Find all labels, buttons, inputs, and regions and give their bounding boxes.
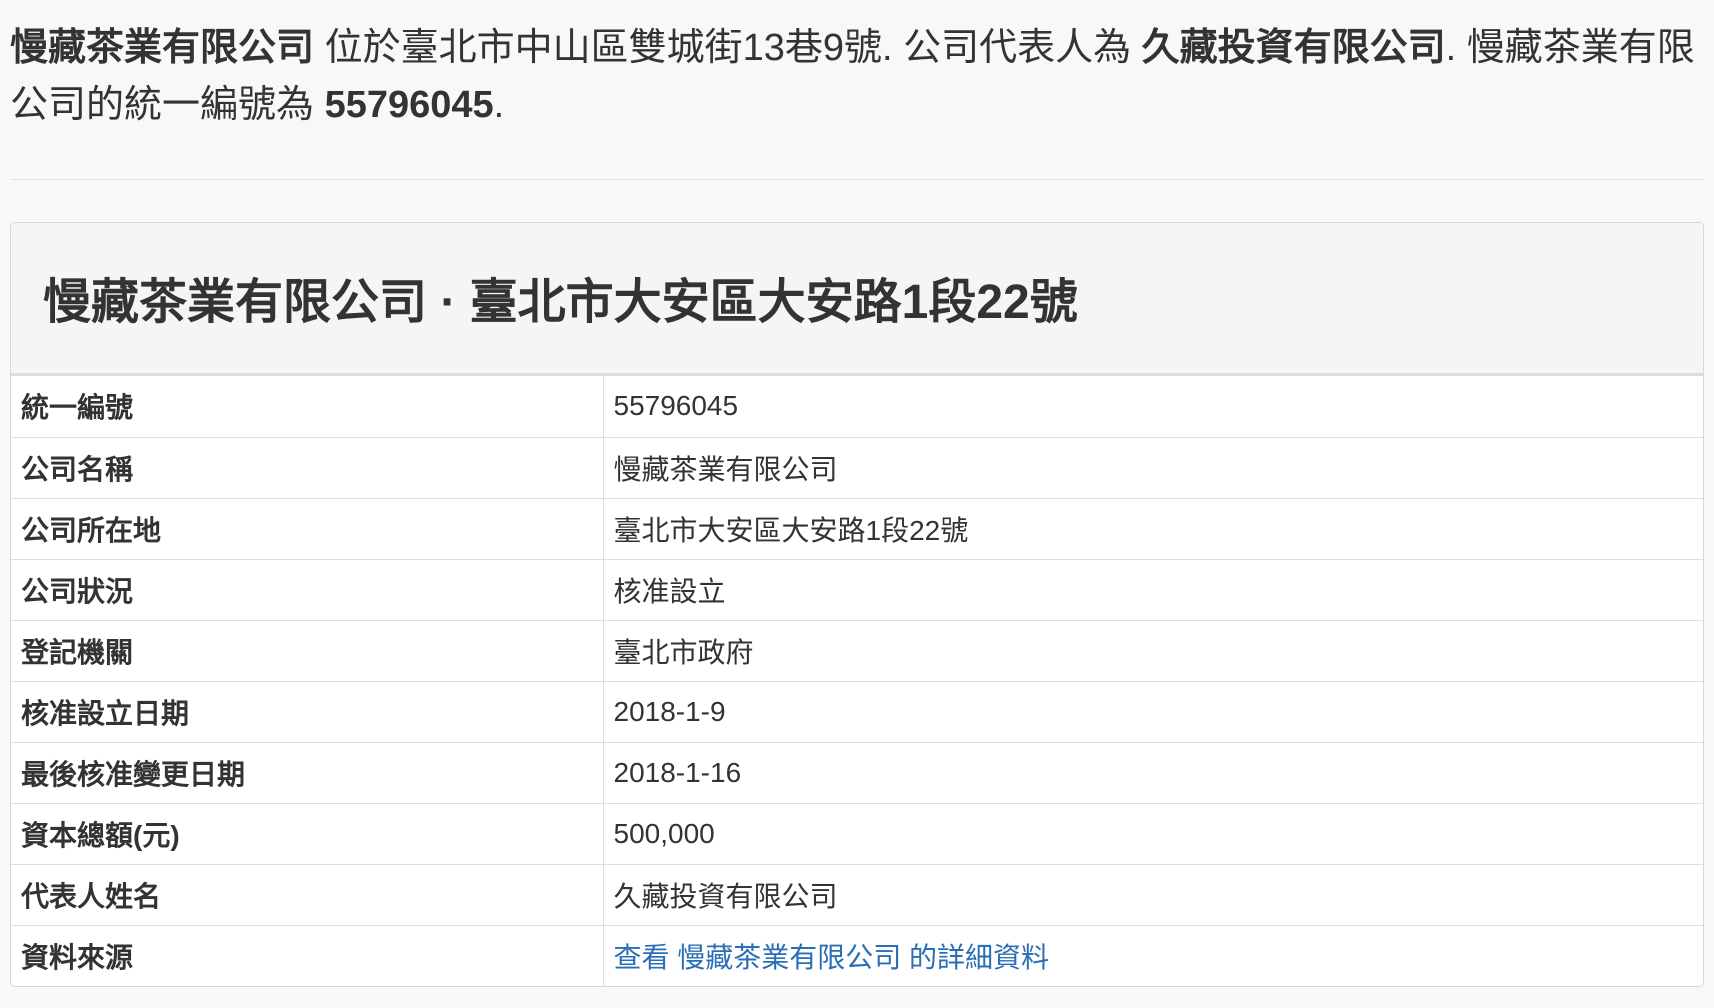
- row-label: 公司名稱: [11, 436, 604, 498]
- panel-title: 慢藏茶業有限公司 · 臺北市大安區大安路1段22號: [43, 276, 1078, 329]
- table-row: 代表人姓名 久藏投資有限公司: [11, 863, 1703, 925]
- summary-tax-id: 55796045: [324, 84, 494, 126]
- page: 慢藏茶業有限公司 位於臺北市中山區雙城街13巷9號. 公司代表人為 久藏投資有限…: [0, 0, 1714, 1008]
- detail-link[interactable]: 查看 慢藏茶業有限公司 的詳細資料: [614, 942, 1050, 973]
- row-label: 代表人姓名: [11, 863, 604, 925]
- summary-representative: 久藏投資有限公司: [1141, 27, 1446, 69]
- summary-separator: .: [1445, 27, 1467, 69]
- row-value: 2018-1-9: [603, 680, 1703, 742]
- row-label: 最後核准變更日期: [11, 741, 604, 803]
- row-value-cell: 查看 慢藏茶業有限公司 的詳細資料: [603, 924, 1703, 986]
- company-info-panel: 慢藏茶業有限公司 · 臺北市大安區大安路1段22號 統一編號 55796045 …: [10, 222, 1704, 987]
- row-label: 登記機關: [11, 619, 604, 681]
- row-value: 慢藏茶業有限公司: [603, 436, 1703, 498]
- company-summary: 慢藏茶業有限公司 位於臺北市中山區雙城街13巷9號. 公司代表人為 久藏投資有限…: [10, 0, 1710, 134]
- row-label: 核准設立日期: [11, 680, 604, 742]
- row-label: 公司狀況: [11, 558, 604, 620]
- row-value: 臺北市大安區大安路1段22號: [603, 497, 1703, 559]
- table-row: 資本總額(元) 500,000: [11, 802, 1703, 864]
- row-value: 臺北市政府: [603, 619, 1703, 681]
- table-row: 公司狀況 核准設立: [11, 558, 1703, 620]
- summary-location-text: 位於臺北市中山區雙城街13巷9號. 公司代表人為: [314, 27, 1142, 69]
- summary-company-name: 慢藏茶業有限公司: [10, 27, 315, 69]
- row-value: 核准設立: [603, 558, 1703, 620]
- row-value: 500,000: [603, 802, 1703, 864]
- row-value: 55796045: [613, 390, 739, 422]
- table-row: 最後核准變更日期 2018-1-16: [11, 741, 1703, 803]
- table-row: 統一編號 55796045: [11, 376, 1703, 437]
- row-value: 久藏投資有限公司: [603, 863, 1703, 925]
- table-row: 資料來源 查看 慢藏茶業有限公司 的詳細資料: [11, 924, 1703, 986]
- row-label: 統一編號: [11, 376, 604, 437]
- table-row: 登記機關 臺北市政府: [11, 619, 1703, 681]
- table-row: 核准設立日期 2018-1-9: [11, 680, 1703, 742]
- table-row: 公司所在地 臺北市大安區大安路1段22號: [11, 497, 1703, 559]
- table-row: 公司名稱 慢藏茶業有限公司: [11, 436, 1703, 498]
- summary-tax-id-text: 的統一編號為: [86, 84, 325, 126]
- row-label: 資料來源: [11, 924, 604, 986]
- row-label: 公司所在地: [11, 497, 604, 559]
- row-label: 資本總額(元): [11, 802, 604, 864]
- company-info-table: 統一編號 55796045 公司名稱 慢藏茶業有限公司 公司所在地 臺北市大安區…: [11, 376, 1703, 986]
- summary-end: .: [493, 84, 505, 126]
- divider: [10, 179, 1704, 180]
- row-value: 2018-1-16: [603, 741, 1703, 803]
- panel-heading: 慢藏茶業有限公司 · 臺北市大安區大安路1段22號: [11, 223, 1703, 376]
